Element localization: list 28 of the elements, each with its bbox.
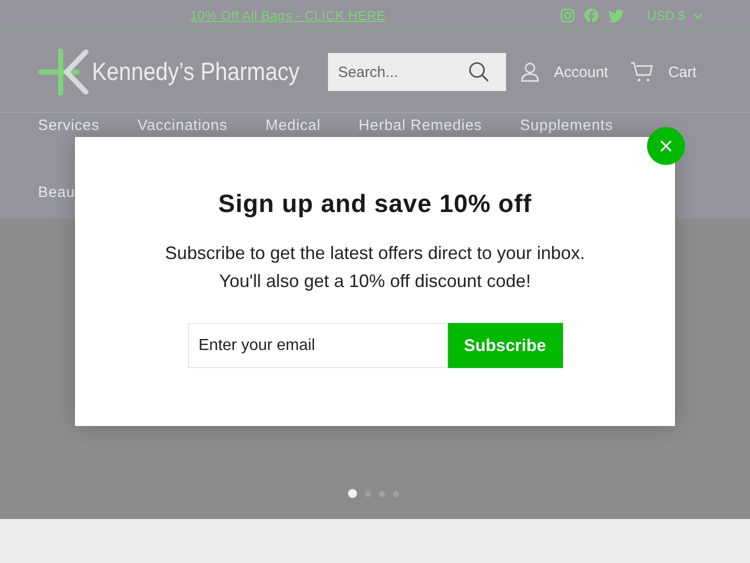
facebook-icon[interactable]: [584, 8, 599, 23]
popup-title: Sign up and save 10% off: [218, 190, 532, 219]
popup-text: Subscribe to get the latest offers direct to your inbox. You'll also get a 10% off discount code!: [165, 242, 585, 293]
search-field[interactable]: Search...: [328, 53, 506, 91]
close-icon: [659, 139, 673, 153]
cart-link[interactable]: Cart: [630, 61, 697, 83]
nav-link[interactable]: Supplements: [520, 117, 614, 134]
email-field[interactable]: Enter your email: [188, 323, 448, 368]
instagram-icon[interactable]: [560, 8, 575, 23]
account-link[interactable]: Account: [520, 62, 608, 82]
slide-dot[interactable]: [379, 490, 385, 496]
twitter-icon[interactable]: [608, 8, 624, 22]
nav-link[interactable]: Beau: [38, 184, 76, 201]
nav-link[interactable]: Services: [38, 117, 100, 134]
chevron-down-icon: [693, 12, 704, 18]
nav-link[interactable]: Herbal Remedies: [358, 117, 482, 134]
slide-dot[interactable]: [365, 490, 371, 496]
search-icon[interactable]: [468, 61, 490, 83]
announcement-link[interactable]: 10% Off All Bags - CLICK HERE: [190, 8, 386, 23]
nav-link[interactable]: Vaccinations: [138, 117, 228, 134]
subscribe-button[interactable]: Subscribe: [448, 323, 562, 368]
person-icon: [520, 62, 540, 82]
cart-icon: [630, 61, 654, 83]
slide-dot[interactable]: [348, 489, 357, 498]
nav-link[interactable]: Medical: [265, 117, 321, 134]
slide-dot[interactable]: [393, 490, 399, 496]
currency-selector[interactable]: USD $: [647, 8, 704, 23]
logo-text[interactable]: Kennedy’s Pharmacy: [92, 58, 300, 86]
